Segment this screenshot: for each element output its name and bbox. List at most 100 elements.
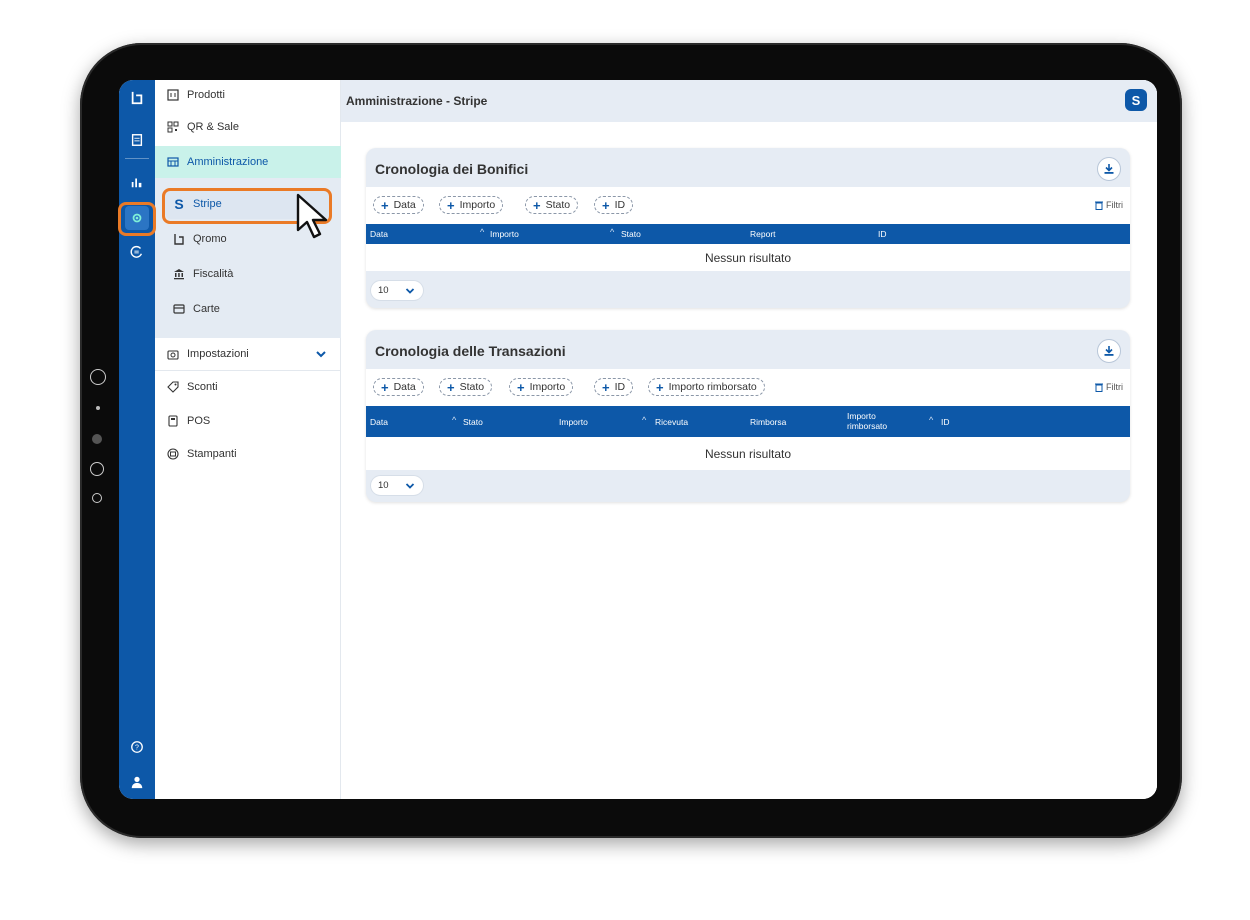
nav-label: Prodotti [187, 89, 225, 101]
sort-icon[interactable]: ^ [610, 227, 614, 237]
receipt-icon[interactable] [125, 128, 149, 152]
trash-icon [1095, 201, 1103, 210]
nav-item-carte[interactable]: Carte [155, 294, 341, 324]
help-icon[interactable]: ? [125, 735, 149, 759]
nav-item-pos[interactable]: POS [155, 406, 341, 436]
card-title: Cronologia delle Transazioni [375, 343, 566, 359]
nav-item-sconti[interactable]: Sconti [155, 372, 341, 402]
transazioni-card: Cronologia delle Transazioni + Data + Stat… [366, 330, 1130, 502]
main-content: Amministrazione - Stripe S Cronologia de… [341, 80, 1157, 799]
highlight-rail-admin [118, 202, 156, 236]
mouse-cursor-icon [296, 193, 328, 239]
column-header-data[interactable]: Data [370, 406, 388, 437]
refresh-euro-icon[interactable] [125, 240, 149, 264]
admin-icon [167, 156, 179, 168]
empty-state: Nessun risultato [366, 244, 1130, 271]
sort-icon[interactable]: ^ [642, 415, 646, 425]
printer-icon [167, 448, 179, 460]
column-header-report: Report [750, 229, 776, 239]
user-icon[interactable] [125, 770, 149, 794]
download-icon [1104, 164, 1114, 174]
settings-icon [167, 348, 179, 360]
column-header-id: ID [878, 229, 887, 239]
nav-item-amministrazione[interactable]: Amministrazione [155, 146, 341, 178]
filter-row: + Data + Importo + Stato + ID Filtri [366, 187, 1130, 224]
download-button[interactable] [1097, 157, 1121, 181]
chip-label: Data [393, 199, 416, 211]
stripe-badge-icon[interactable]: S [1125, 89, 1147, 111]
nav-item-fiscalita[interactable]: Fiscalità [155, 259, 341, 289]
nav-label: Impostazioni [187, 348, 249, 360]
tag-icon [167, 381, 179, 393]
nav-divider [155, 370, 341, 371]
filter-chip-data[interactable]: + Data [373, 378, 424, 396]
table-header: Data ^ Stato Importo ^ Ricevuta Rimborsa… [366, 406, 1130, 437]
column-header-importo[interactable]: Importo [490, 224, 519, 244]
nav-label: Qromo [193, 233, 227, 245]
sort-icon[interactable]: ^ [929, 415, 933, 425]
bonifici-card: Cronologia dei Bonifici + Data + Importo +… [366, 148, 1130, 308]
chevron-down-icon [405, 288, 415, 294]
filtri-button[interactable]: Filtri [1094, 200, 1123, 210]
column-header-rimborsa: Rimborsa [750, 416, 787, 427]
logo-icon[interactable] [125, 86, 149, 110]
nav-item-stampanti[interactable]: Stampanti [155, 439, 341, 469]
filter-chip-importo[interactable]: + Importo [439, 196, 504, 214]
download-icon [1104, 346, 1114, 356]
column-header-stato[interactable]: Stato [621, 224, 641, 244]
card-icon [173, 303, 185, 315]
filter-chip-importo-rimborsato[interactable]: + Importo rimborsato [648, 378, 765, 396]
chip-label: Stato [459, 381, 485, 393]
device-button [92, 493, 102, 503]
analytics-icon[interactable] [125, 170, 149, 194]
sort-icon[interactable]: ^ [480, 227, 484, 237]
chip-label: Importo [529, 381, 566, 393]
page-size-select[interactable]: 10 [371, 476, 423, 495]
filter-chip-importo[interactable]: + Importo [509, 378, 574, 396]
card-title: Cronologia dei Bonifici [375, 161, 529, 177]
column-header-stato[interactable]: Stato [463, 406, 483, 437]
filtri-button[interactable]: Filtri [1094, 382, 1123, 392]
chip-label: Data [393, 381, 416, 393]
device-button [90, 369, 106, 385]
chevron-down-icon[interactable] [315, 348, 327, 360]
nav-item-impostazioni[interactable]: Impostazioni [155, 339, 341, 369]
nav-label: Stampanti [187, 448, 237, 460]
download-button[interactable] [1097, 339, 1121, 363]
filter-chip-data[interactable]: + Data [373, 196, 424, 214]
column-header-importo[interactable]: Importo [559, 406, 588, 437]
device-button [96, 406, 100, 410]
chevron-down-icon [405, 483, 415, 489]
page-size-value: 10 [378, 285, 389, 296]
nav-label: POS [187, 415, 211, 427]
table-header: Data ^ Importo ^ Stato Report ID [366, 224, 1130, 244]
chip-label: ID [614, 199, 626, 211]
svg-text:?: ? [135, 745, 139, 752]
device-button [90, 462, 104, 476]
page-size-select[interactable]: 10 [371, 281, 423, 300]
chip-label: ID [614, 381, 626, 393]
icon-rail: ? [119, 80, 155, 799]
pos-icon [167, 415, 179, 427]
column-header-id: ID [941, 416, 950, 427]
filter-row: + Data + Stato + Importo + ID + Importo rimbo… [366, 369, 1130, 406]
chip-label: Stato [545, 199, 571, 211]
nav-label: Carte [193, 303, 220, 315]
column-header-data[interactable]: Data [370, 224, 388, 244]
chip-label: Importo rimborsato [668, 381, 757, 393]
filter-chip-stato[interactable]: + Stato [439, 378, 493, 396]
sort-icon[interactable]: ^ [452, 415, 456, 425]
nav-label: Amministrazione [187, 156, 269, 168]
rail-divider [125, 158, 149, 159]
filter-chip-id[interactable]: + ID [594, 378, 634, 396]
nav-item-prodotti[interactable]: Prodotti [155, 80, 341, 110]
nav-label: Sconti [187, 381, 218, 393]
filter-chip-id[interactable]: + ID [594, 196, 634, 214]
nav-item-qr-sale[interactable]: QR & Sale [155, 112, 341, 142]
filter-chip-stato[interactable]: + Stato [525, 196, 579, 214]
column-header-importo-rimborsato[interactable]: Importo rimborsato [847, 406, 903, 437]
nav-label: QR & Sale [187, 121, 239, 133]
nav-label: Fiscalità [193, 268, 234, 280]
page-title: Amministrazione - Stripe [346, 94, 488, 108]
page-header: Amministrazione - Stripe S [341, 80, 1157, 122]
